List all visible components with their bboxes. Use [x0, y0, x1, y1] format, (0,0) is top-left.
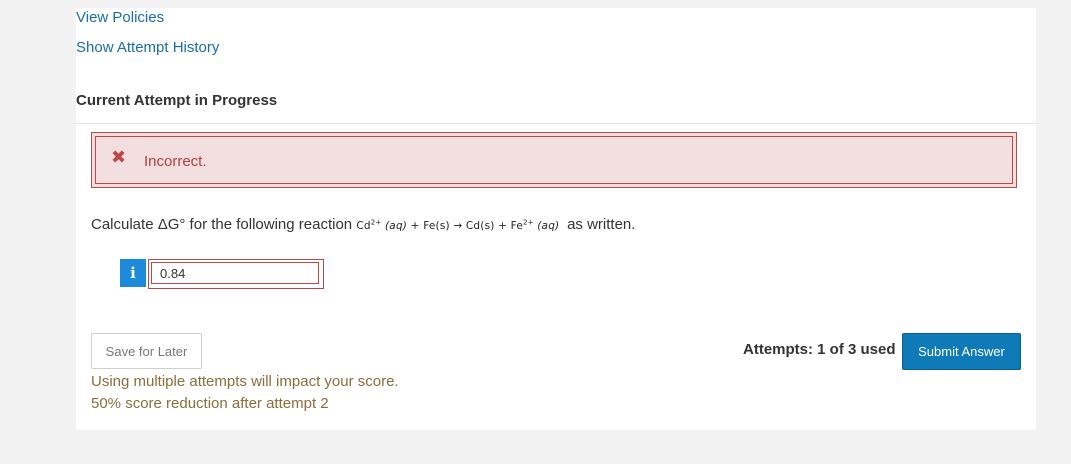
product-fe-charge: 2+ [522, 218, 534, 227]
answer-field-wrapper [148, 259, 324, 289]
question-text: Calculate ΔG° for the following reaction… [91, 216, 635, 233]
reaction-arrow: → [453, 220, 463, 232]
save-for-later-button[interactable]: Save for Later [91, 333, 202, 369]
attempts-warning-line-1: Using multiple attempts will impact your… [91, 373, 399, 390]
alert-text: Incorrect. [144, 153, 207, 170]
answer-input[interactable] [151, 262, 319, 284]
plus-sign-2: + [498, 220, 508, 232]
attempts-warning-line-2: 50% score reduction after attempt 2 [91, 395, 329, 412]
show-attempt-history-link[interactable]: Show Attempt History [76, 39, 219, 56]
x-icon: ✖ [111, 147, 127, 167]
question-prefix: Calculate ΔG° for the following reaction [91, 216, 353, 233]
product-fe-state: (aq) [537, 220, 560, 232]
alert-inner-border [95, 136, 1013, 184]
submit-answer-button[interactable]: Submit Answer [902, 333, 1021, 370]
attempts-counter: Attempts: 1 of 3 used [743, 341, 896, 358]
section-title: Current Attempt in Progress [76, 92, 278, 109]
plus-sign-1: + [410, 220, 420, 232]
product-fe: Fe [510, 220, 523, 232]
question-suffix: as written. [567, 216, 636, 233]
view-policies-link[interactable]: View Policies [76, 9, 164, 26]
reactant-fe: Fe(s) [423, 220, 450, 232]
reactant-cd-charge: 2+ [370, 218, 382, 227]
product-cd: Cd(s) [465, 220, 495, 232]
info-icon[interactable]: i [120, 259, 146, 287]
reactant-cd-state: (aq) [385, 220, 408, 232]
reaction-equation: Cd2+ (aq) + Fe(s) → Cd(s) + Fe2+ (aq) [356, 218, 563, 233]
reactant-cd: Cd [356, 220, 371, 232]
divider [76, 123, 1036, 124]
incorrect-alert: ✖ Incorrect. [91, 132, 1017, 188]
